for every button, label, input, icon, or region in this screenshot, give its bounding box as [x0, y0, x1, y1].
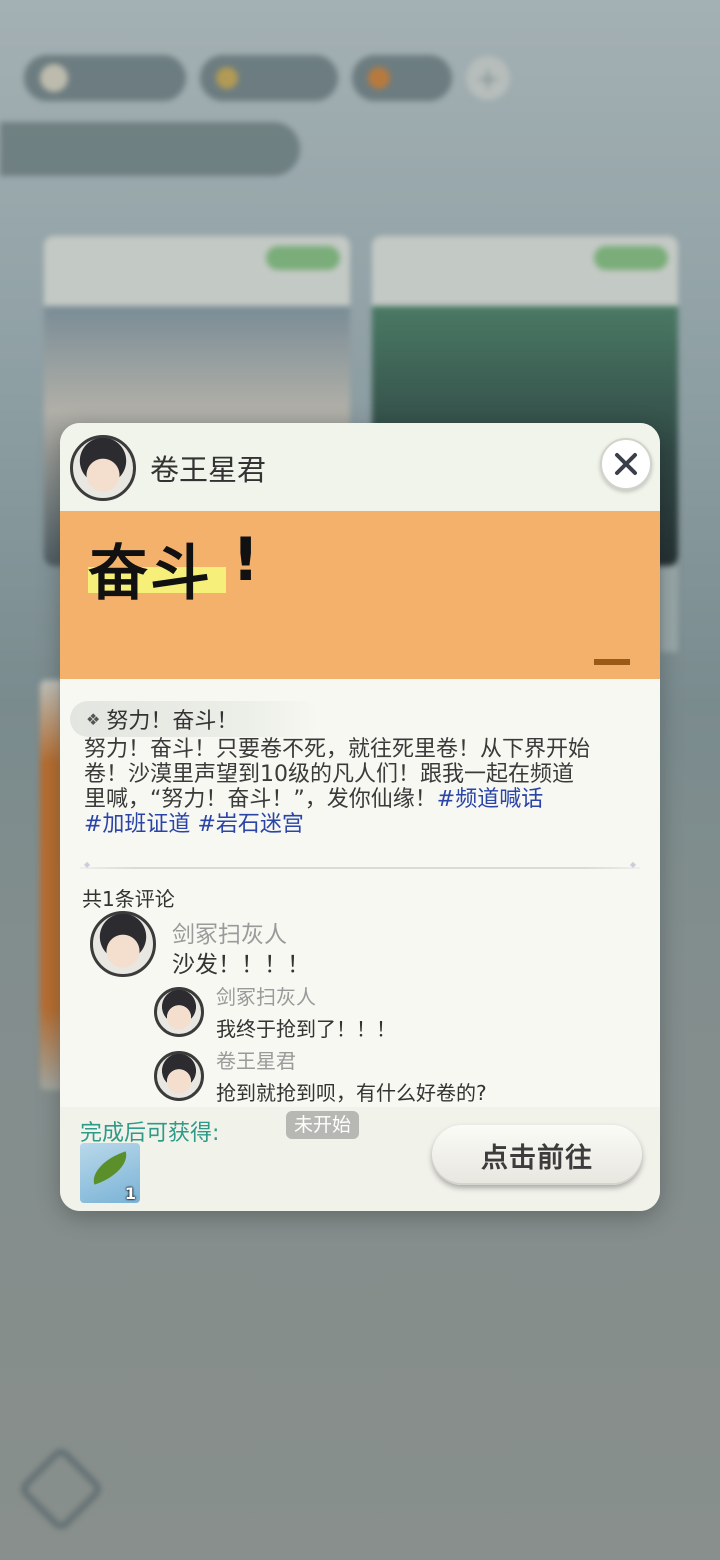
commenter-avatar[interactable] [90, 911, 156, 977]
post-body: 努力！奋斗！只要卷不死，就往死里卷！从下界开始 卷！沙漠里声望到10级的凡人们！… [84, 737, 644, 837]
hashtag-link[interactable]: #加班证道 [84, 812, 190, 837]
reward-count: 1 [124, 1184, 136, 1203]
reply-author: 卷王星君 [216, 1049, 296, 1073]
banner-title: 奋斗 [88, 539, 212, 609]
post-tag: ❖ 努力！奋斗！ [70, 701, 320, 737]
close-button[interactable] [600, 438, 652, 490]
divider [80, 860, 640, 869]
reply-author: 剑冢扫灰人 [216, 985, 316, 1009]
status-badge: 未开始 [286, 1111, 360, 1139]
reply-avatar[interactable] [154, 987, 204, 1037]
post-body-text: 里喊，“努力！奋斗！”，发你仙缘！ [84, 787, 437, 812]
reply-text: 我终于抢到了！！！ [216, 1017, 396, 1041]
post-body-line: 努力！奋斗！只要卷不死，就往死里卷！从下界开始 [84, 737, 591, 762]
comment-text: 沙发！！！！ [172, 952, 310, 978]
banner-exclamation: ! [232, 525, 260, 595]
post-body-line: 里喊，“努力！奋斗！”，发你仙缘！#频道喊话 [84, 787, 644, 812]
reply-text: 抢到就抢到呗，有什么好卷的? [216, 1081, 487, 1105]
comment-author: 剑冢扫灰人 [172, 922, 287, 948]
post-banner: 奋斗 ! [60, 511, 660, 679]
comment-count: 共1条评论 [82, 887, 175, 911]
modal-header: 卷王星君 [60, 423, 660, 511]
reply-avatar[interactable] [154, 1051, 204, 1101]
hashtag-link[interactable]: #岩石迷宫 [197, 812, 303, 837]
banner-decoration [594, 659, 630, 665]
author-avatar[interactable] [70, 435, 136, 501]
post-tag-label: 努力！奋斗！ [106, 709, 239, 734]
leaf-icon [87, 1151, 133, 1185]
post-detail-modal: 卷王星君 奋斗 ! ❖ 努力！奋斗！ 努力！奋斗！只要卷不死，就往死里卷！从下界… [60, 423, 660, 1211]
hashtag-link[interactable]: #频道喊话 [437, 787, 543, 812]
go-button[interactable]: 点击前往 [432, 1125, 642, 1185]
author-name: 卷王星君 [150, 453, 267, 487]
reward-footer: 完成后可获得: 未开始 1 点击前往 [60, 1107, 660, 1211]
post-body-line: #加班证道 #岩石迷宫 [84, 812, 644, 837]
post-body-line: 卷！沙漠里声望到10级的凡人们！跟我一起在频道 [84, 762, 574, 787]
reward-item[interactable]: 1 [80, 1143, 140, 1203]
close-icon [615, 453, 637, 475]
sparkle-icon: ❖ [86, 709, 101, 729]
